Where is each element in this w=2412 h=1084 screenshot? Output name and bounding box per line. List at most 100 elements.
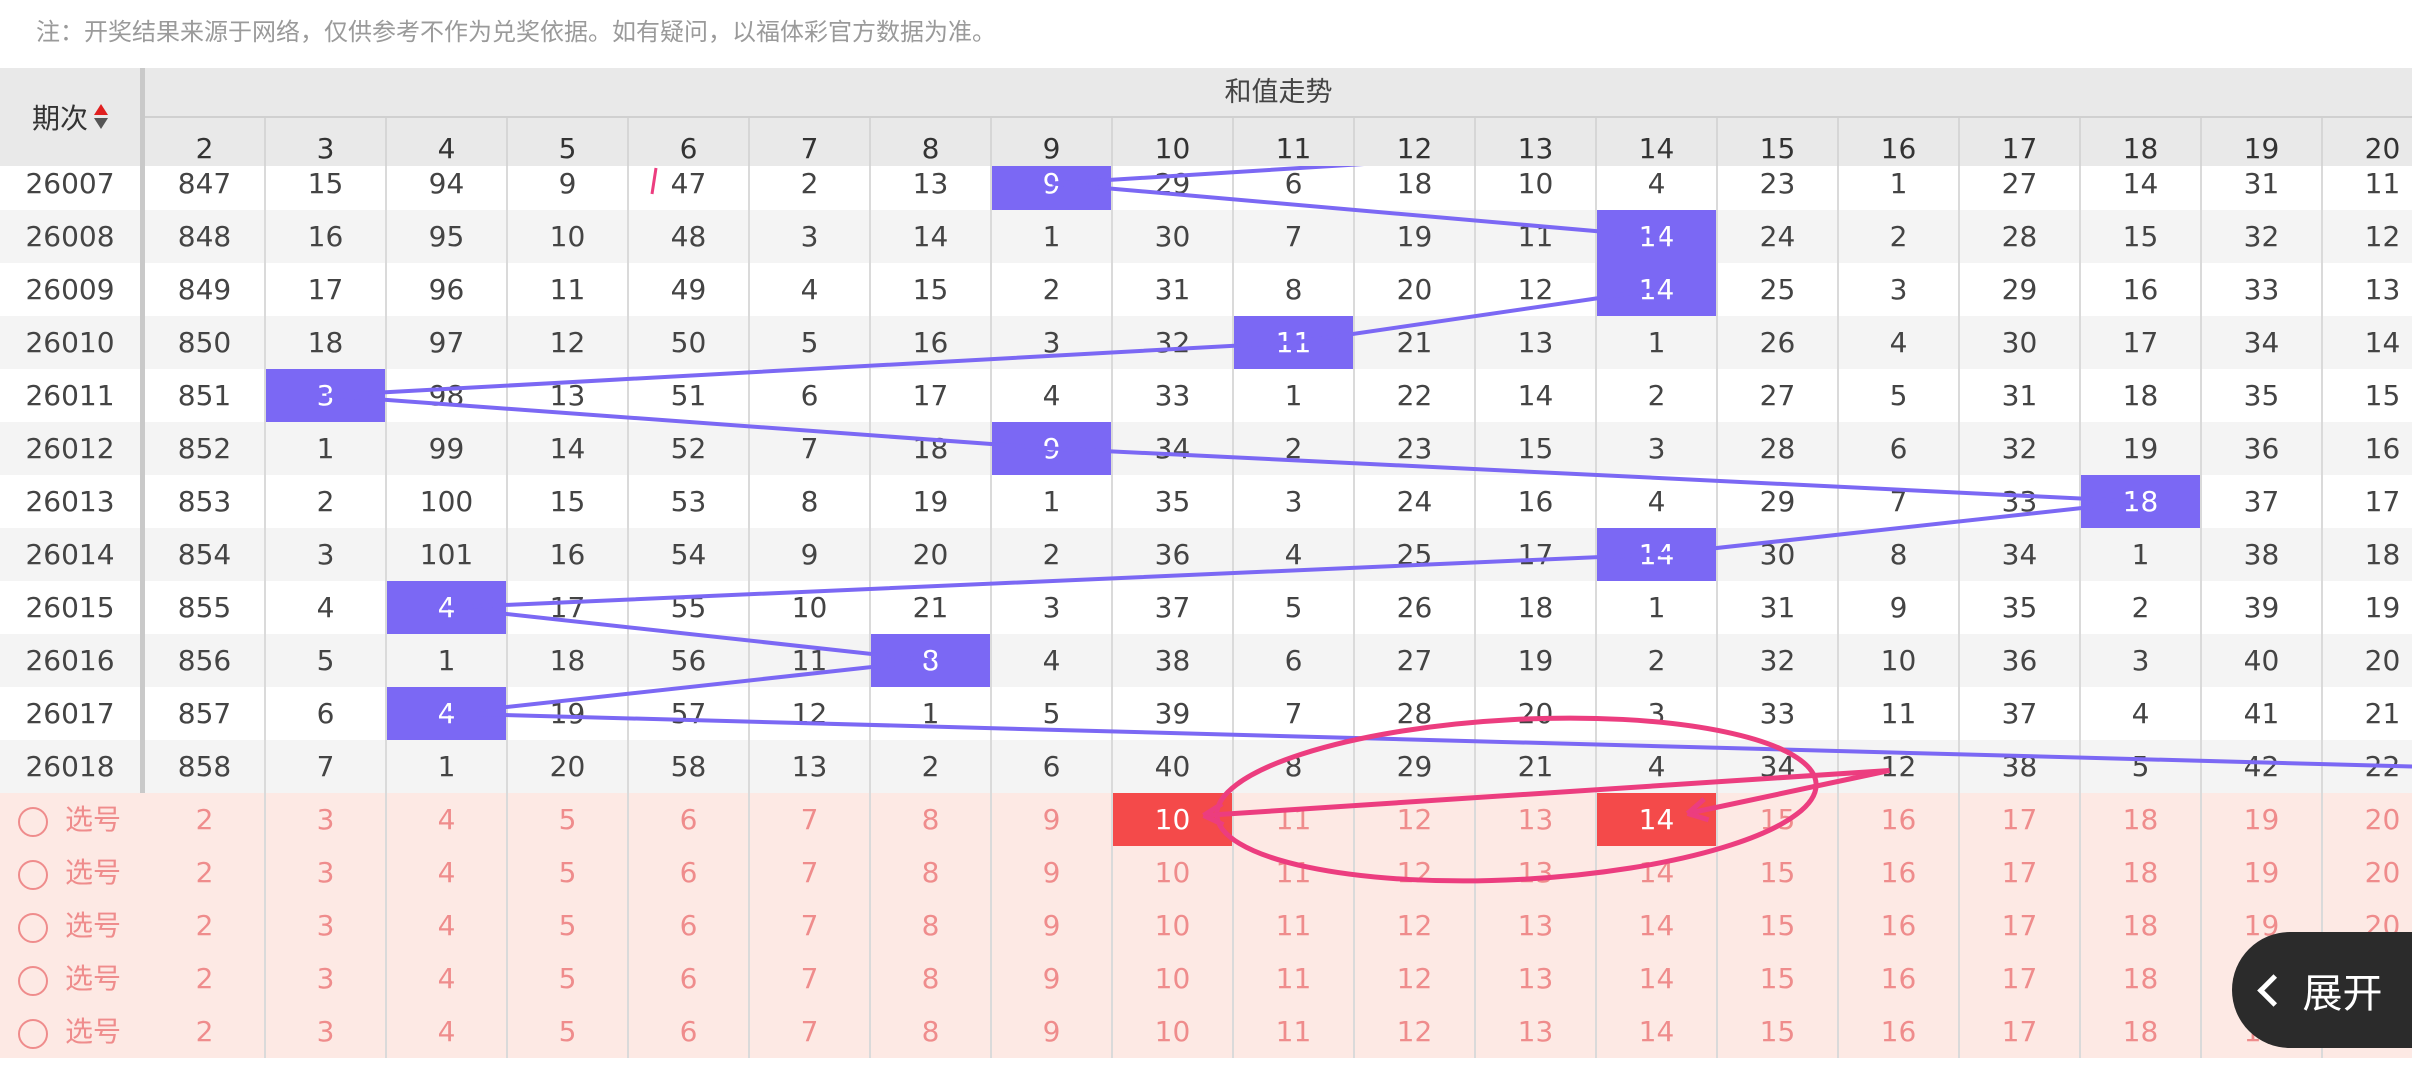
number-option[interactable]: 11 <box>1234 899 1355 952</box>
number-option[interactable]: 15 <box>1718 793 1839 846</box>
number-option[interactable]: 15 <box>1718 952 1839 1005</box>
number-option[interactable]: 3 <box>266 793 387 846</box>
select-radio[interactable] <box>18 1019 48 1049</box>
number-option[interactable]: 15 <box>1718 899 1839 952</box>
number-option[interactable]: 13 <box>1476 1005 1597 1058</box>
number-option[interactable]: 13 <box>1476 952 1597 1005</box>
number-option[interactable]: 17 <box>1960 899 2081 952</box>
number-option[interactable]: 7 <box>750 1005 871 1058</box>
number-option[interactable]: 5 <box>508 846 629 899</box>
number-option[interactable]: 10 <box>1113 846 1234 899</box>
number-option[interactable]: 10 <box>1113 952 1234 1005</box>
number-option[interactable]: 14 <box>1597 899 1718 952</box>
number-option[interactable]: 3 <box>266 846 387 899</box>
number-option[interactable]: 7 <box>750 952 871 1005</box>
number-option[interactable]: 9 <box>992 846 1113 899</box>
number-option[interactable]: 4 <box>387 899 508 952</box>
number-option[interactable]: 8 <box>871 1005 992 1058</box>
number-option[interactable]: 16 <box>1839 952 1960 1005</box>
select-radio[interactable] <box>18 807 48 837</box>
number-option[interactable]: 5 <box>508 899 629 952</box>
number-option[interactable]: 19 <box>2202 846 2323 899</box>
number-option[interactable]: 8 <box>871 899 992 952</box>
select-radio[interactable] <box>18 913 48 943</box>
number-option[interactable]: 6 <box>629 952 750 1005</box>
number-option[interactable]: 12 <box>1355 793 1476 846</box>
number-option[interactable]: 19 <box>2202 793 2323 846</box>
number-option[interactable]: 12 <box>1355 899 1476 952</box>
period-sort-header[interactable]: 期次 <box>0 68 145 166</box>
number-option[interactable]: 13 <box>1476 846 1597 899</box>
number-option[interactable]: 12 <box>1355 952 1476 1005</box>
number-option[interactable]: 13 <box>1476 793 1597 846</box>
number-option[interactable]: 7 <box>750 899 871 952</box>
picked-number[interactable]: 10 <box>1113 793 1234 846</box>
number-option[interactable]: 12 <box>1355 846 1476 899</box>
value-cell: 33 <box>1113 369 1234 422</box>
number-option[interactable]: 9 <box>992 1005 1113 1058</box>
number-option[interactable]: 17 <box>1960 793 2081 846</box>
number-option[interactable]: 2 <box>145 793 266 846</box>
number-option[interactable]: 9 <box>992 899 1113 952</box>
number-option[interactable]: 5 <box>508 952 629 1005</box>
picked-number[interactable]: 14 <box>1597 793 1718 846</box>
number-option[interactable]: 8 <box>871 952 992 1005</box>
number-option[interactable]: 15 <box>1718 846 1839 899</box>
number-option[interactable]: 2 <box>145 899 266 952</box>
number-option[interactable]: 16 <box>1839 899 1960 952</box>
number-option[interactable]: 11 <box>1234 793 1355 846</box>
number-option[interactable]: 16 <box>1839 846 1960 899</box>
number-option[interactable]: 2 <box>145 1005 266 1058</box>
expand-button[interactable]: 展开 <box>2232 932 2412 1048</box>
number-option[interactable]: 11 <box>1234 1005 1355 1058</box>
number-option[interactable]: 17 <box>1960 952 2081 1005</box>
number-option[interactable]: 11 <box>1234 952 1355 1005</box>
number-option[interactable]: 7 <box>750 846 871 899</box>
number-option[interactable]: 5 <box>508 1005 629 1058</box>
sort-icon[interactable] <box>94 102 108 132</box>
number-option[interactable]: 14 <box>1597 846 1718 899</box>
number-option[interactable]: 3 <box>266 899 387 952</box>
select-radio[interactable] <box>18 966 48 996</box>
number-option[interactable]: 7 <box>750 793 871 846</box>
value-cell: 31 <box>1113 263 1234 316</box>
number-option[interactable]: 9 <box>992 952 1113 1005</box>
select-radio[interactable] <box>18 860 48 890</box>
number-option[interactable]: 16 <box>1839 1005 1960 1058</box>
number-option[interactable]: 14 <box>1597 952 1718 1005</box>
number-option[interactable]: 6 <box>629 899 750 952</box>
number-option[interactable]: 2 <box>145 952 266 1005</box>
number-option[interactable]: 17 <box>1960 846 2081 899</box>
number-option[interactable]: 18 <box>2081 952 2202 1005</box>
number-option[interactable]: 4 <box>387 952 508 1005</box>
value-cell: 2 <box>1597 369 1718 422</box>
number-option[interactable]: 18 <box>2081 793 2202 846</box>
number-option[interactable]: 20 <box>2323 793 2412 846</box>
number-option[interactable]: 16 <box>1839 793 1960 846</box>
number-option[interactable]: 3 <box>266 1005 387 1058</box>
number-option[interactable]: 18 <box>2081 899 2202 952</box>
number-option[interactable]: 6 <box>629 793 750 846</box>
number-option[interactable]: 10 <box>1113 1005 1234 1058</box>
number-option[interactable]: 12 <box>1355 1005 1476 1058</box>
number-option[interactable]: 4 <box>387 793 508 846</box>
number-option[interactable]: 8 <box>871 846 992 899</box>
number-option[interactable]: 6 <box>629 846 750 899</box>
number-option[interactable]: 15 <box>1718 1005 1839 1058</box>
number-option[interactable]: 4 <box>387 1005 508 1058</box>
number-option[interactable]: 18 <box>2081 846 2202 899</box>
number-option[interactable]: 18 <box>2081 1005 2202 1058</box>
number-option[interactable]: 17 <box>1960 1005 2081 1058</box>
number-option[interactable]: 11 <box>1234 846 1355 899</box>
number-option[interactable]: 20 <box>2323 846 2412 899</box>
number-option[interactable]: 5 <box>508 793 629 846</box>
number-option[interactable]: 9 <box>992 793 1113 846</box>
number-option[interactable]: 6 <box>629 1005 750 1058</box>
number-option[interactable]: 3 <box>266 952 387 1005</box>
number-option[interactable]: 8 <box>871 793 992 846</box>
number-option[interactable]: 10 <box>1113 899 1234 952</box>
number-option[interactable]: 13 <box>1476 899 1597 952</box>
number-option[interactable]: 14 <box>1597 1005 1718 1058</box>
number-option[interactable]: 4 <box>387 846 508 899</box>
number-option[interactable]: 2 <box>145 846 266 899</box>
